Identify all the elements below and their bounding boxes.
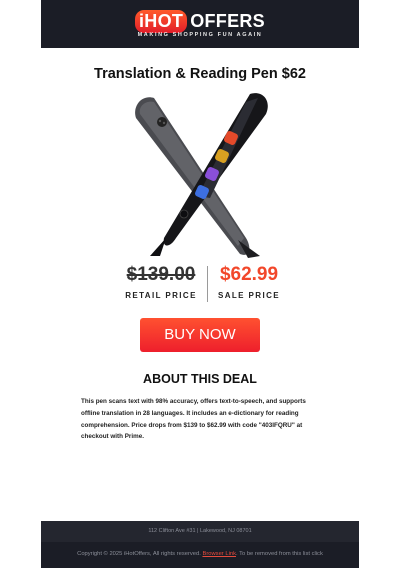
browser-link[interactable]: Browser Link <box>202 551 236 557</box>
sale-price: $62.99 <box>219 264 279 285</box>
sale-price-label: SALE PRICE <box>217 291 280 300</box>
brand-tagline: MAKING SHOPPING FUN AGAIN <box>137 32 263 38</box>
product-image[interactable] <box>126 88 276 260</box>
deal-description: This pen scans text with 98% accuracy, o… <box>81 398 306 441</box>
footer-address: 112 Clifton Ave #31 | Lakewood, NJ 08701 <box>41 521 359 542</box>
brand-logo[interactable]: iHOT OFFERS <box>41 10 359 33</box>
about-heading: ABOUT THIS DEAL <box>143 372 257 386</box>
sale-price-group: $62.99 SALE PRICE <box>209 264 289 300</box>
price-divider <box>207 266 208 302</box>
email-container: iHOT OFFERS MAKING SHOPPING FUN AGAIN Tra… <box>41 0 359 568</box>
copyright-text: Copyright © 2025 iHotOffers, All rights … <box>77 551 201 557</box>
header-bar: iHOT OFFERS MAKING SHOPPING FUN AGAIN <box>41 0 359 48</box>
unsubscribe-text: . To be removed from this list click <box>235 551 323 557</box>
footer-copyright: Copyright © 2025 iHotOffers, All rights … <box>41 542 359 568</box>
retail-price-group: $139.00 RETAIL PRICE <box>113 264 209 300</box>
buy-now-button[interactable]: BUY NOW <box>140 318 260 352</box>
logo-hot-badge: iHOT <box>134 10 188 33</box>
logo-offers-text: OFFERS <box>190 11 265 31</box>
pen-front-icon <box>150 93 268 256</box>
deal-title: Translation & Reading Pen $62 <box>94 66 306 82</box>
retail-price: $139.00 <box>126 264 196 285</box>
retail-price-label: RETAIL PRICE <box>125 291 197 300</box>
price-block: $139.00 RETAIL PRICE $62.99 SALE PRICE <box>41 264 359 304</box>
